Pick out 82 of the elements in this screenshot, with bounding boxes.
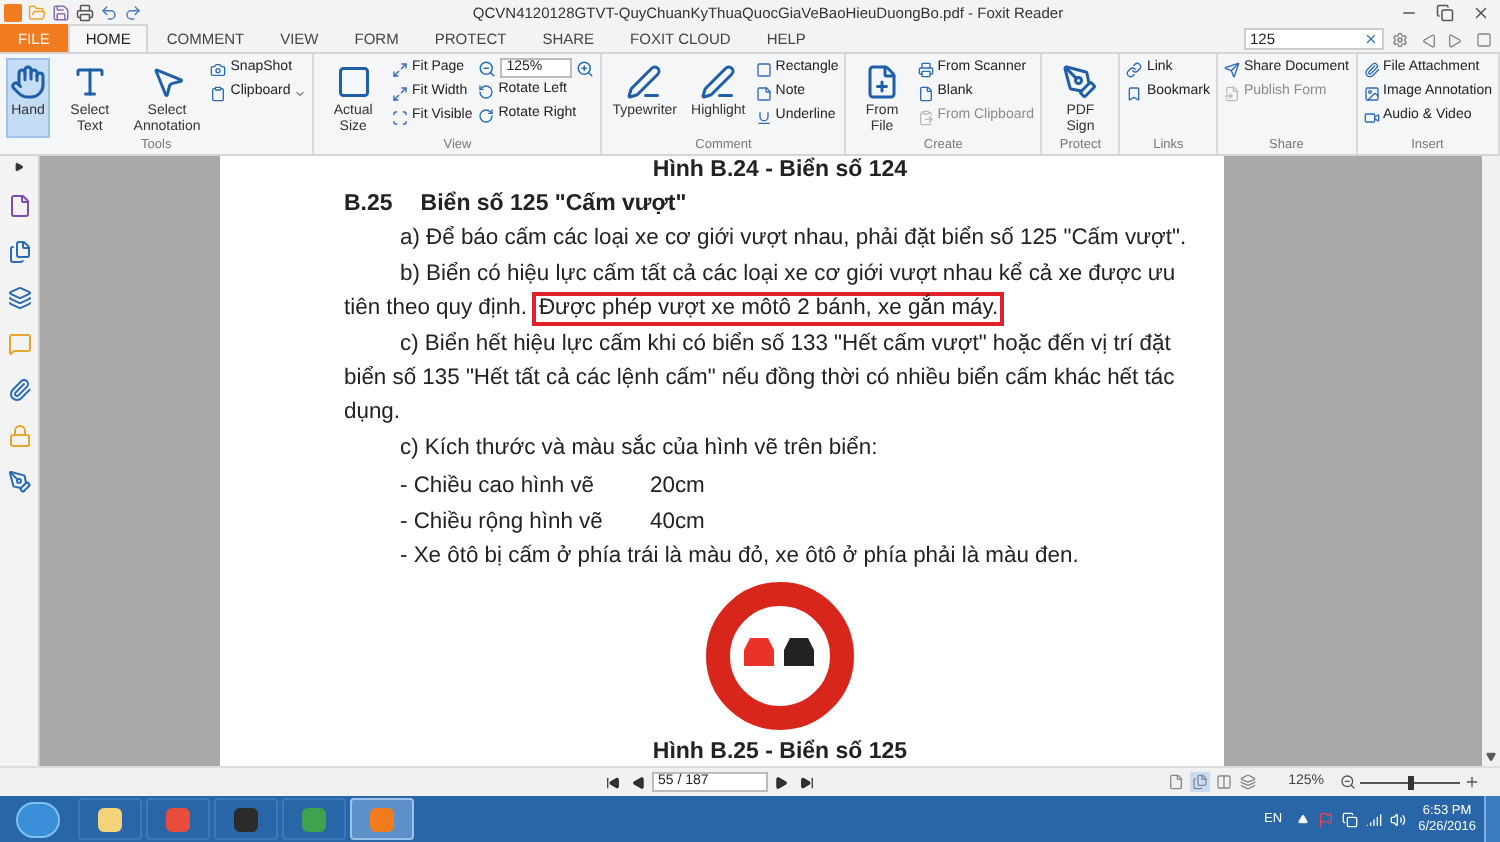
- app-logo-icon: [4, 4, 22, 22]
- paperclip-icon[interactable]: [7, 378, 31, 402]
- rotate-left-icon: [478, 83, 495, 99]
- camera-icon: [210, 61, 227, 77]
- rectangle-annotation[interactable]: Được phép vượt xe môtô 2 bánh, xe gắn máy.: [532, 292, 1005, 326]
- caret-icon: [294, 87, 307, 99]
- page-view-button[interactable]: [1238, 772, 1259, 792]
- next-page-icon[interactable]: [774, 775, 788, 789]
- link-icon: [1126, 61, 1143, 77]
- restore-icon[interactable]: [1436, 4, 1454, 22]
- note-icon: [755, 85, 772, 101]
- new-file-icon: [864, 64, 900, 100]
- dimension-label: - Chiều cao hình vẽ: [400, 472, 597, 502]
- save-icon[interactable]: [52, 4, 70, 22]
- page-frame-icon: [335, 64, 372, 100]
- zoom-slider[interactable]: [1360, 774, 1460, 790]
- form-icon: [1223, 85, 1240, 101]
- clipboard-icon: [917, 109, 934, 125]
- paperclip-icon: [1363, 61, 1379, 77]
- expand-icon[interactable]: [14, 162, 24, 172]
- text-cursor-icon: [71, 64, 108, 100]
- signature-icon[interactable]: [7, 470, 31, 494]
- paragraph-text: tiên theo quy định.: [344, 294, 527, 324]
- paragraph-text: b) Biển có hiệu lực cấm tất cả các loại xe cơ giới vượt nhau kể cả xe được ưu: [398, 260, 1176, 290]
- volume-icon[interactable]: [1390, 811, 1407, 827]
- previous-icon[interactable]: [1422, 34, 1436, 48]
- undo-icon[interactable]: [100, 4, 118, 22]
- redo-icon[interactable]: [124, 4, 142, 22]
- zoom-out-icon[interactable]: [478, 59, 497, 77]
- slider-thumb[interactable]: [1408, 775, 1414, 789]
- underline-icon: [755, 109, 772, 125]
- figure-caption: Hình B.25 - Biển số 125: [650, 737, 910, 766]
- layers-icon[interactable]: [7, 286, 31, 310]
- hand-icon: [10, 64, 46, 100]
- blank-page-icon: [917, 85, 934, 101]
- settings-icon[interactable]: [1392, 32, 1408, 48]
- taskbar-app[interactable]: [78, 798, 142, 840]
- dimension-label: - Chiều rộng hình vẽ: [400, 508, 605, 538]
- marker-icon: [700, 64, 737, 100]
- paragraph-text: - Xe ôtô bị cấm ở phía trái là màu đỏ, xe ôtô ở phía phải là màu đen.: [398, 542, 1081, 572]
- paragraph-text: a) Để báo cấm các loại xe cơ giới vượt nhau, phải đặt biển số 125 "Cấm vượt".: [398, 224, 1189, 254]
- paragraph-text: c) Kích thước và màu sắc của hình vẽ trên biển:: [398, 432, 880, 464]
- print-icon[interactable]: [76, 4, 94, 22]
- page-view-button[interactable]: [1166, 772, 1187, 792]
- device-icon[interactable]: [1342, 811, 1359, 827]
- last-page-icon[interactable]: [800, 775, 814, 789]
- dimension-value: 40cm: [650, 508, 705, 538]
- figure-caption: Hình B.24 - Biển số 124: [650, 156, 910, 186]
- section-title: Biển số 125 "Cấm vượt": [420, 189, 687, 220]
- clipboard-icon: [210, 85, 227, 101]
- clear-icon[interactable]: [1364, 32, 1378, 46]
- send-icon: [1223, 61, 1240, 77]
- page-view-button[interactable]: [1190, 772, 1211, 792]
- start-button[interactable]: [16, 801, 60, 837]
- pages-icon[interactable]: [7, 240, 31, 264]
- section-number: B.25: [344, 190, 393, 220]
- close-icon[interactable]: [1472, 4, 1490, 22]
- fit-icon: [392, 61, 408, 77]
- scroll-down-icon[interactable]: [1486, 752, 1496, 762]
- paragraph-text: c) Biển hết hiệu lực cấm khi có biển số 133 "Hết cấm vượt" hoặc đến vị trí đặt biển số 135 "Hết tất cả các lệnh cấm" nếu đồng thời có nhiều biển cấm khác hết tác dụng.: [344, 330, 1177, 428]
- dimension-value: 20cm: [650, 472, 705, 502]
- page-view-button[interactable]: [1214, 772, 1235, 792]
- rotate-right-icon: [478, 107, 495, 123]
- taskbar-app[interactable]: [214, 798, 278, 840]
- fit-icon: [392, 85, 408, 101]
- pointer-icon: [149, 64, 186, 100]
- first-page-icon[interactable]: [606, 775, 620, 789]
- signal-icon[interactable]: [1366, 811, 1383, 827]
- zoom-in-icon[interactable]: [576, 59, 595, 77]
- frame-icon: [392, 109, 408, 125]
- zoom-out-icon[interactable]: [1340, 774, 1356, 790]
- video-icon: [1363, 109, 1379, 125]
- signature-pen-icon: [1062, 64, 1099, 100]
- pen-icon: [626, 64, 663, 100]
- image-icon: [1363, 85, 1379, 101]
- bookmark-icon: [1126, 85, 1143, 101]
- show-hidden-icon[interactable]: [1298, 814, 1309, 824]
- next-icon[interactable]: [1448, 34, 1462, 48]
- previous-page-icon[interactable]: [632, 775, 646, 789]
- zoom-in-icon[interactable]: [1464, 774, 1480, 790]
- page-thumbnail-icon[interactable]: [7, 194, 31, 218]
- rectangle-icon: [755, 61, 772, 77]
